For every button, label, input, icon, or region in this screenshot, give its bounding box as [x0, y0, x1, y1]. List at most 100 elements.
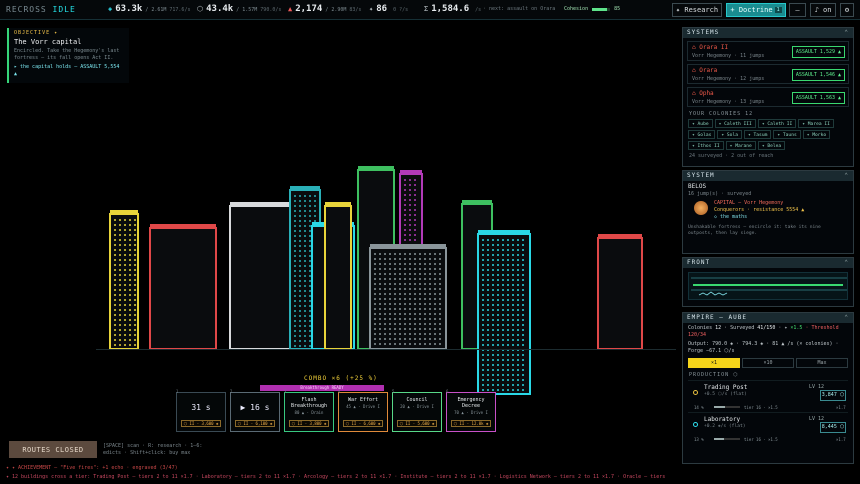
capital-note: ◇ the maths [714, 214, 748, 220]
objective-title: The Vorr capital [14, 38, 82, 46]
systems-header[interactable]: SYSTEMS ⌃ [683, 28, 853, 38]
edict-card[interactable]: 5 Council 20 ▲ · Drive I ⬡ II · 5,600 ◈ [392, 389, 442, 432]
collapse-icon[interactable]: ⌃ [844, 28, 849, 38]
colony-chip[interactable]: ✦ Golas [688, 130, 716, 139]
collapse-icon[interactable]: ⌃ [844, 258, 849, 268]
assault-button[interactable]: ASSAULT 1,563 ▲ [791, 92, 845, 104]
target-system[interactable]: ⌂ Orara Vorr Hegemony · 12 jumps ASSAULT 1… [687, 64, 849, 84]
tower-roof [110, 210, 138, 214]
buy-building-button[interactable]: 8,445 ⬡ [820, 422, 846, 433]
resource-icon: ▲ [288, 5, 293, 13]
colony-chip[interactable]: ✦ Belea [757, 141, 786, 150]
front-header[interactable]: FRONT ⌃ [683, 258, 853, 268]
colony-chip[interactable]: ✦ Marea II [798, 119, 834, 128]
card-subtitle: 45 ▲ · Drive I [346, 404, 380, 409]
tower-roof [462, 200, 492, 204]
resource-value: 2,174 [295, 4, 323, 14]
keyboard-hint: [SPACE] scan · R: research · 1–6: edicts … [103, 443, 203, 456]
buy-building-button[interactable]: 3,847 ⬡ [820, 390, 846, 401]
card-title: Council [406, 397, 428, 403]
building-tier: tier 16 · ×1.5 [744, 405, 778, 410]
colony-chip[interactable]: ✦ Tauns [773, 130, 801, 139]
building-row: Laboratory +0.2 ◈/s (flat) LV 12 8,445 ⬡… [688, 412, 848, 442]
system-name: BELOS [688, 183, 707, 190]
card-hotkey: 6 [446, 389, 449, 394]
colony-chip[interactable]: ✦ Caleth III [714, 119, 756, 128]
colony-chip[interactable]: ✦ Morko [802, 130, 831, 139]
building-tier: tier 16 · ×1.5 [744, 437, 778, 442]
tower-roof [150, 224, 216, 228]
resource-rate: 717.6/s [169, 7, 191, 13]
objective-panel: OBJECTIVE ✦ The Vorr capital Encircled. … [7, 28, 129, 83]
cohesion-meter: Cohesion 85 [564, 6, 621, 12]
research-button[interactable]: ✦ Research [672, 3, 722, 17]
colony-chip[interactable]: ✦ Sola [717, 130, 742, 139]
combo-label: COMBO ×6 (+25 %) [304, 375, 378, 382]
resource-rate: 0 ?/s [393, 7, 409, 13]
colony-chip[interactable]: ✦ Tasum [743, 130, 772, 139]
resource-counter: ▲ 2,174/ 2.90M 83/s [288, 4, 361, 14]
tower-roof [290, 186, 320, 190]
resource-icon: Σ [424, 5, 429, 13]
edict-card[interactable]: 4 War Effort 45 ▲ · Drive I ⬡ II · 6,600 ◈ [338, 389, 388, 432]
colony-chip[interactable]: ✦ Ithos II [688, 141, 724, 150]
system-jumps: 16 jump(s) · surveyed [688, 191, 752, 197]
cohesion-bar [592, 7, 611, 11]
building-name: Laboratory [704, 416, 741, 423]
resource-value: 43.4k [206, 4, 234, 14]
edict-card[interactable]: 3 Flash Breakthrough 80 ▲ · Drain ⬡ II · 3,… [284, 389, 334, 432]
resource-cap: / 2.61M [145, 7, 167, 13]
card-cost: ⬡ II · 5,600 ◈ [397, 420, 437, 427]
card-hotkey: 3 [284, 389, 287, 394]
collapse-icon[interactable]: ⌃ [844, 171, 849, 181]
buy-tab[interactable]: Max [796, 358, 848, 368]
brand-logo: RECROSS IDLE [6, 5, 76, 14]
building-progress-bar [714, 438, 740, 440]
buy-tab[interactable]: ×10 [742, 358, 794, 368]
resource-cap: / 2.90M [325, 7, 347, 13]
gear-icon[interactable]: ⚙ [840, 3, 854, 17]
colony-chip[interactable]: ✦ Aube [688, 119, 713, 128]
building-multiplier: ×1.7 [836, 437, 846, 442]
objective-goal: ▸ the capital holds — ASSAULT 5,554 ▲ [14, 64, 120, 77]
edict-card[interactable]: 6 Emergency Decree 70 ▲ · Drive I ⬡ II · 12… [446, 389, 496, 432]
system-description: Unshakable fortress — encircle it: take … [688, 225, 821, 236]
system-header[interactable]: SYSTEM ⌃ [683, 171, 853, 181]
card-subtitle: 70 ▲ · Drive I [454, 410, 488, 415]
resource-counter: Σ 1,584.6/s [424, 4, 481, 14]
tower-roof [325, 202, 351, 206]
capital-title: CAPITAL — Vorr Hegemony [714, 200, 784, 206]
assault-button[interactable]: ASSAULT 1,546 ▲ [791, 69, 845, 81]
building-icon [693, 422, 698, 427]
systems-panel: SYSTEMS ⌃ ⌂ Orara II Vorr Hegemony · 11 ju… [682, 27, 854, 167]
buy-tab[interactable]: ×1 [688, 358, 740, 368]
target-system[interactable]: ⌂ Orara II Vorr Hegemony · 11 jumps ASSAUL… [687, 41, 849, 61]
resource-counter: ◈ 63.3k/ 2.61M 717.6/s [108, 4, 190, 14]
building-progress: 13 % [694, 437, 704, 442]
resource-icon: ✦ [369, 5, 374, 13]
building-tower [229, 205, 297, 350]
front-progress [693, 284, 843, 286]
colony-chip[interactable]: ✦ Marane [725, 141, 756, 150]
tower-roof [230, 202, 296, 206]
ground-line [96, 349, 676, 350]
front-panel: FRONT ⌃ [682, 257, 854, 307]
card-cost: ⬡ II · 3,800 ◈ [289, 420, 329, 427]
empire-header[interactable]: EMPIRE — AUBE ⌃ [683, 313, 853, 323]
target-system[interactable]: ⌂ Opha Vorr Hegemony · 13 jumps ASSAULT 1,… [687, 87, 849, 107]
edict-card[interactable]: 2 ▶ 16 s ⬡ II · 6,100 ◈ [230, 389, 280, 432]
colony-chip[interactable]: ✦ Caleth II [757, 119, 797, 128]
sound-toggle[interactable]: ♪ on [810, 3, 836, 17]
routes-closed-button[interactable]: ROUTES CLOSED [9, 441, 97, 458]
minimize-button[interactable]: — [789, 3, 806, 17]
edict-card[interactable]: 1 31 s ⬡ II · 3,600 ◈ [176, 389, 226, 432]
front-minimap[interactable] [688, 272, 848, 300]
assault-button[interactable]: ASSAULT 1,529 ▲ [791, 46, 845, 58]
resource-rate: 790.0/s [260, 7, 282, 13]
empire-stats: Colonies 12 · Surveyed 41/150 · ✦ ×1.5 ·… [688, 325, 839, 338]
card-cost: ⬡ II · 3,600 ◈ [181, 420, 221, 427]
city-skyline [109, 166, 643, 395]
collapse-icon[interactable]: ⌃ [844, 313, 849, 323]
objective-header: OBJECTIVE ✦ [14, 30, 59, 36]
doctrine-button[interactable]: + Doctrine 1 [726, 3, 786, 17]
